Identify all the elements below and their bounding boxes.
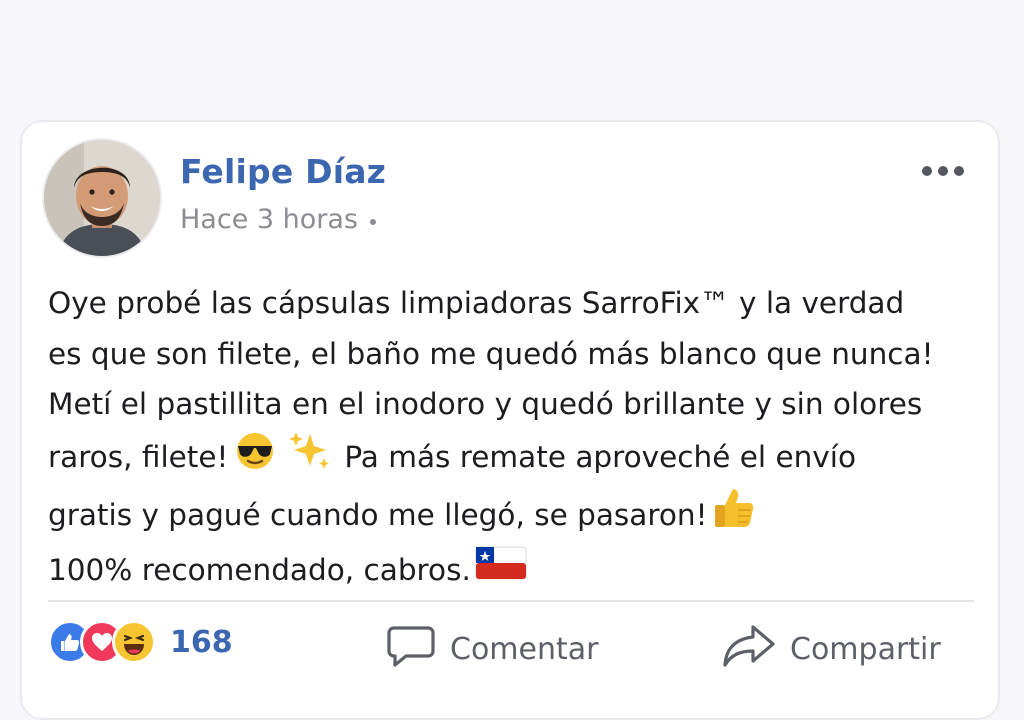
separator-dot-icon [370,218,376,225]
post-text-line: gratis y pagué cuando me llegó, se pasar… [48,485,998,545]
post-timestamp[interactable]: Hace 3 horas [180,204,358,235]
divider [48,600,974,602]
chile-flag-emoji-icon [475,545,527,597]
post-meta: Hace 3 horas [180,204,376,235]
sparkles-emoji-icon [286,430,332,486]
comment-label: Comentar [450,631,599,667]
avatar[interactable] [44,140,160,256]
reactions-summary[interactable]: 168 [48,620,233,664]
more-options-button[interactable] [922,166,964,176]
sunglasses-emoji-icon [232,430,278,486]
post-text-line: es que son filete, el baño me quedó más … [48,336,934,371]
more-dot-icon [938,166,948,176]
post-text-line: 100% recomendado, cabros. [48,545,998,597]
post-card: Felipe Díaz Hace 3 horas Oye probé las c… [20,120,1000,720]
share-label: Compartir [790,631,941,667]
post-text: Oye probé las cápsulas limpiadoras Sarro… [48,278,998,596]
comment-icon [386,622,436,676]
more-dot-icon [954,166,964,176]
post-text-line: Oye probé las cápsulas limpiadoras Sarro… [48,286,905,320]
haha-icon [112,620,156,664]
share-button[interactable]: Compartir [722,622,941,676]
author-name[interactable]: Felipe Díaz [180,152,386,191]
more-dot-icon [922,166,932,176]
post-text-line: Metí el pastillita en el inodoro y quedó… [48,387,923,421]
thumbs-up-emoji-icon [711,485,757,545]
share-icon [722,622,776,676]
reaction-count[interactable]: 168 [170,625,233,660]
post-text-line: raros, filete! Pa más remate aproveché e… [48,430,998,486]
comment-button[interactable]: Comentar [386,622,598,676]
avatar-image [44,140,160,256]
